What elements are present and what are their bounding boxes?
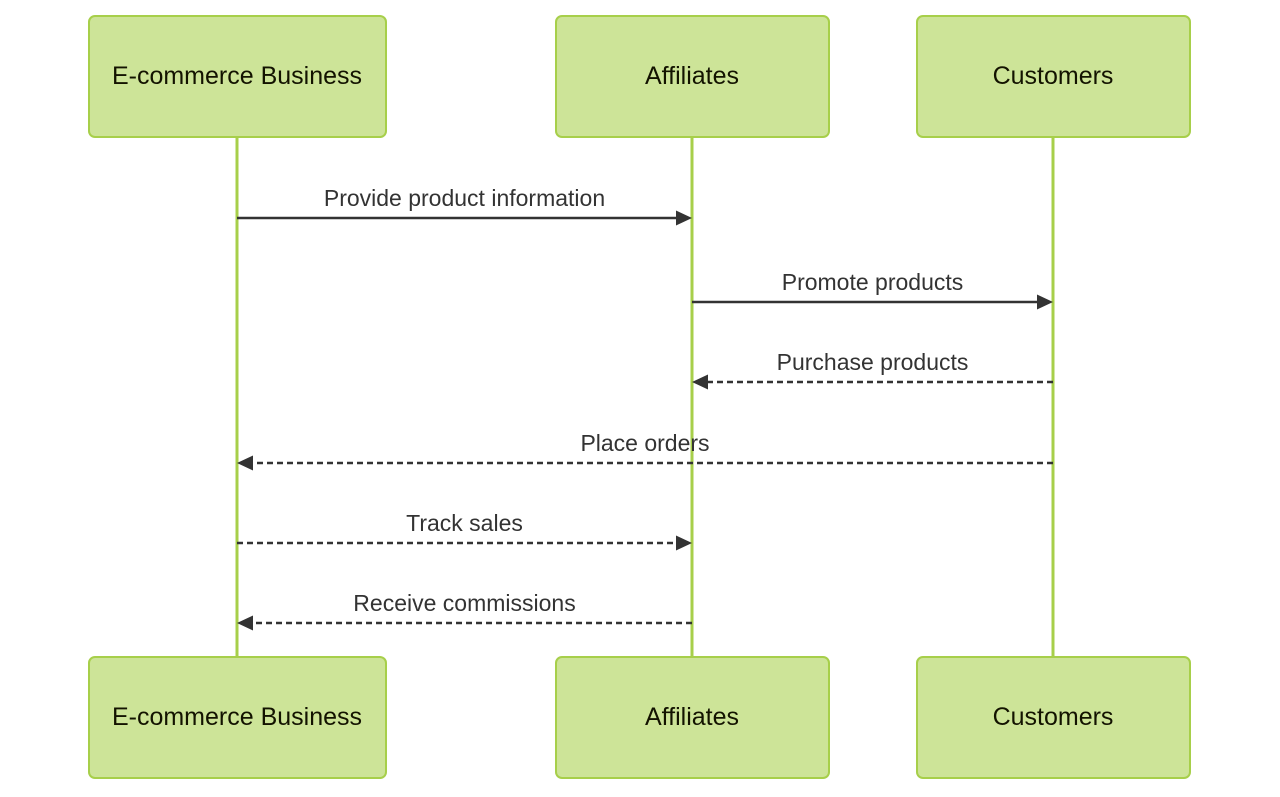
- actor-ecommerce-bottom[interactable]: E-commerce Business: [88, 656, 387, 779]
- arrowhead-icon: [1037, 294, 1053, 310]
- actor-ecommerce-top[interactable]: E-commerce Business: [88, 15, 387, 138]
- arrowhead-icon: [676, 535, 692, 551]
- message-label: Receive commissions: [353, 590, 575, 616]
- message-label: Purchase products: [777, 349, 969, 375]
- message-1[interactable]: Provide product information: [237, 185, 692, 226]
- actor-label: Customers: [993, 703, 1114, 731]
- message-2[interactable]: Promote products: [692, 269, 1053, 310]
- actor-affiliates-top[interactable]: Affiliates: [555, 15, 830, 138]
- message-6[interactable]: Receive commissions: [237, 590, 692, 631]
- arrowhead-icon: [237, 455, 253, 471]
- diagram-canvas: E-commerce Business Affiliates CustomersE-…: [88, 15, 1191, 779]
- actor-label: Customers: [993, 62, 1114, 90]
- actor-row-bottom: E-commerce Business Affiliates Customers: [88, 656, 1191, 779]
- actor-label: Affiliates: [645, 62, 739, 90]
- actor-customers-bottom[interactable]: Customers: [916, 656, 1191, 779]
- message-label: Promote products: [782, 269, 964, 295]
- actor-affiliates-bottom[interactable]: Affiliates: [555, 656, 830, 779]
- message-label: Provide product information: [324, 185, 605, 211]
- actor-label: E-commerce Business: [112, 703, 362, 731]
- message-label: Track sales: [406, 510, 523, 536]
- actor-label: Affiliates: [645, 703, 739, 731]
- messages-layer: Provide product information Promote produ…: [237, 185, 1053, 631]
- sequence-diagram: E-commerce Business Affiliates Customers E-…: [0, 0, 1280, 797]
- arrowhead-icon: [676, 210, 692, 226]
- actor-label: E-commerce Business: [112, 62, 362, 90]
- message-3[interactable]: Purchase products: [692, 349, 1053, 390]
- arrowhead-icon: [237, 615, 253, 631]
- message-5[interactable]: Track sales: [237, 510, 692, 551]
- message-label: Place orders: [580, 430, 709, 456]
- actor-row-top: E-commerce Business Affiliates Customers: [88, 15, 1191, 138]
- actor-customers-top[interactable]: Customers: [916, 15, 1191, 138]
- arrowhead-icon: [692, 374, 708, 390]
- lifelines-layer: [235, 137, 1055, 657]
- message-4[interactable]: Place orders: [237, 430, 1053, 471]
